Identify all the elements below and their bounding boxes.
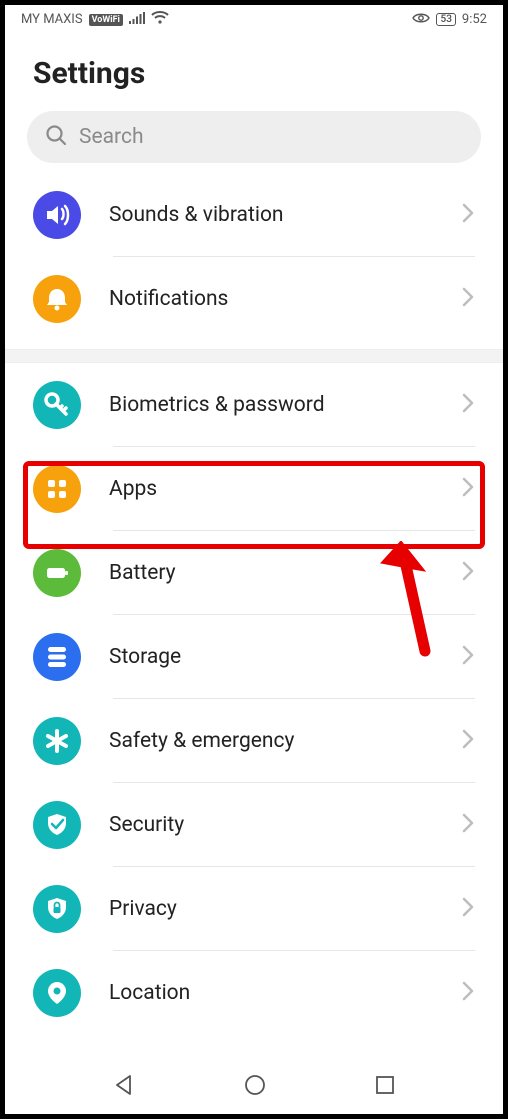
- clock-label: 9:52: [462, 12, 487, 27]
- chevron-right-icon: [461, 981, 475, 1005]
- home-button[interactable]: [243, 1073, 267, 1101]
- row-label: Biometrics & password: [109, 393, 461, 417]
- battery-icon: [33, 549, 81, 597]
- vowifi-badge: VoWiFi: [89, 14, 123, 26]
- storage-icon: [33, 633, 81, 681]
- signal-icon: [129, 12, 145, 28]
- chevron-right-icon: [461, 287, 475, 311]
- row-label: Notifications: [109, 287, 461, 311]
- settings-row-biometrics[interactable]: Biometrics & password: [5, 363, 503, 447]
- battery-indicator: 53: [436, 13, 455, 26]
- chevron-right-icon: [461, 729, 475, 753]
- settings-row-battery[interactable]: Battery: [5, 531, 503, 615]
- apps-icon: [33, 465, 81, 513]
- chevron-right-icon: [461, 393, 475, 417]
- settings-row-storage[interactable]: Storage: [5, 615, 503, 699]
- row-label: Security: [109, 813, 461, 837]
- row-label: Battery: [109, 561, 461, 585]
- section-divider: [5, 349, 503, 363]
- settings-row-privacy[interactable]: Privacy: [5, 867, 503, 951]
- row-label: Privacy: [109, 897, 461, 921]
- wifi-icon: [151, 11, 169, 28]
- row-label: Storage: [109, 645, 461, 669]
- settings-row-notifications[interactable]: Notifications: [5, 257, 503, 341]
- asterisk-icon: [33, 717, 81, 765]
- status-left: MY MAXIS VoWiFi: [21, 11, 169, 28]
- chevron-right-icon: [461, 561, 475, 585]
- settings-row-safety[interactable]: Safety & emergency: [5, 699, 503, 783]
- row-label: Location: [109, 981, 461, 1005]
- settings-row-location[interactable]: Location: [5, 951, 503, 1035]
- key-icon: [33, 381, 81, 429]
- chevron-right-icon: [461, 203, 475, 227]
- lock-icon: [33, 885, 81, 933]
- settings-row-apps[interactable]: Apps: [5, 447, 503, 531]
- settings-row-security[interactable]: Security: [5, 783, 503, 867]
- row-label: Apps: [109, 477, 461, 501]
- pin-icon: [33, 969, 81, 1017]
- bell-icon: [33, 275, 81, 323]
- row-label: Safety & emergency: [109, 729, 461, 753]
- chevron-right-icon: [461, 477, 475, 501]
- carrier-label: MY MAXIS: [21, 12, 83, 27]
- eye-icon: [412, 12, 430, 28]
- status-bar: MY MAXIS VoWiFi 53 9:52: [5, 5, 503, 30]
- chevron-right-icon: [461, 813, 475, 837]
- row-label: Sounds & vibration: [109, 203, 461, 227]
- navigation-bar: [5, 1060, 503, 1114]
- back-button[interactable]: [113, 1074, 135, 1100]
- shield-icon: [33, 801, 81, 849]
- search-icon: [45, 124, 67, 150]
- speaker-icon: [33, 191, 81, 239]
- settings-row-sounds[interactable]: Sounds & vibration: [5, 173, 503, 257]
- chevron-right-icon: [461, 645, 475, 669]
- recents-button[interactable]: [375, 1075, 395, 1099]
- search-input[interactable]: Search: [27, 111, 481, 163]
- page-title: Settings: [5, 30, 503, 111]
- chevron-right-icon: [461, 897, 475, 921]
- search-placeholder: Search: [79, 125, 144, 149]
- status-right: 53 9:52: [412, 12, 487, 28]
